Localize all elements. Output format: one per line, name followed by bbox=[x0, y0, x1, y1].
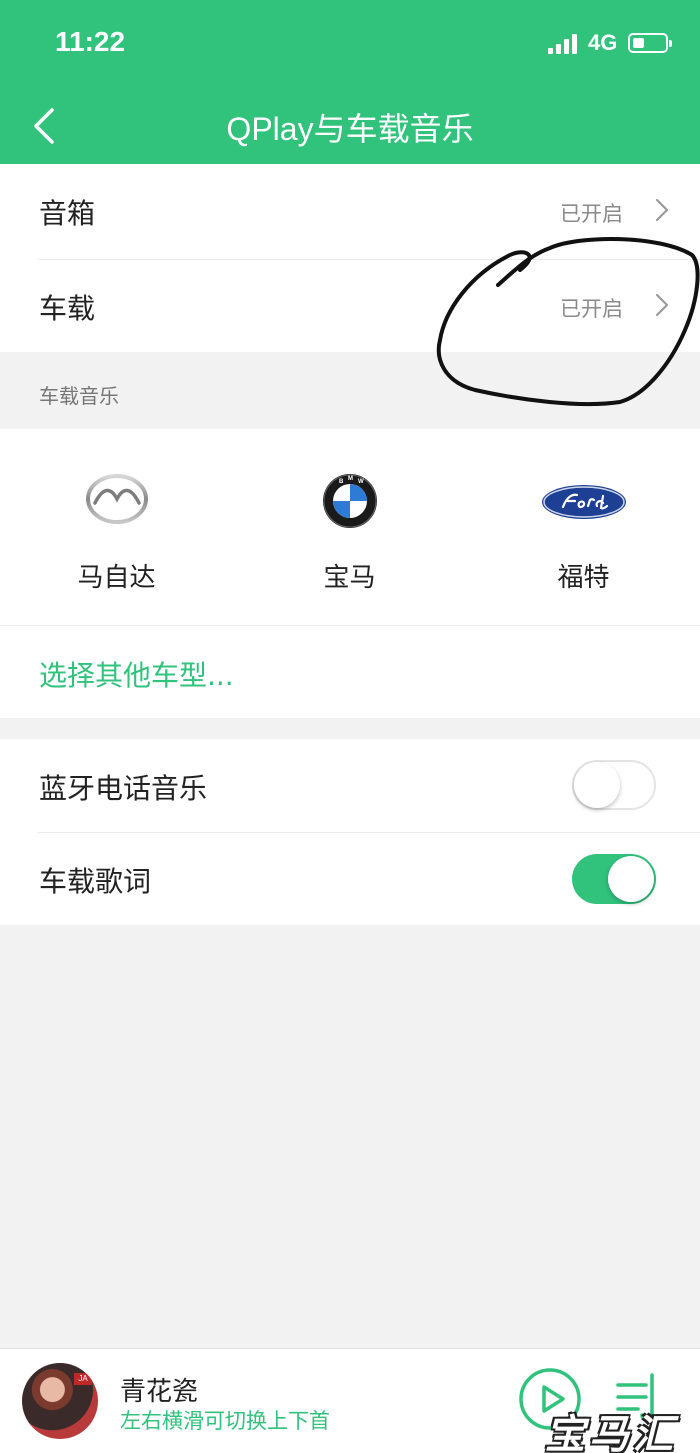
svg-text:W: W bbox=[358, 479, 364, 485]
nav-bar: QPlay与车载音乐 bbox=[0, 90, 700, 164]
speaker-status: 已开启 bbox=[560, 202, 623, 226]
car-row[interactable]: 车载 已开启 bbox=[0, 259, 700, 352]
divider bbox=[0, 625, 700, 626]
bluetooth-music-label: 蓝牙电话音乐 bbox=[39, 772, 208, 805]
bmw-logo-icon: B M W bbox=[322, 474, 377, 528]
brand-name: 宝马 bbox=[323, 563, 376, 593]
page-title: QPlay与车载音乐 bbox=[226, 111, 474, 147]
toggle-knob bbox=[574, 762, 620, 808]
watermark: 宝马汇 bbox=[545, 1412, 677, 1453]
speaker-row[interactable]: 音箱 已开启 bbox=[0, 164, 700, 257]
chevron-right-icon bbox=[655, 293, 669, 317]
battery-icon bbox=[628, 33, 672, 53]
swipe-hint: 左右横滑可切换上下首 bbox=[120, 1409, 330, 1433]
toggles-section: 蓝牙电话音乐 车载歌词 bbox=[0, 739, 700, 925]
brand-ford[interactable]: 福特 bbox=[467, 429, 700, 625]
car-status: 已开启 bbox=[560, 297, 623, 321]
brand-name: 马自达 bbox=[77, 563, 156, 593]
battery-level bbox=[633, 38, 644, 48]
svg-text:M: M bbox=[348, 476, 353, 482]
album-cover-tag: JA bbox=[74, 1373, 92, 1385]
car-lyrics-label: 车载歌词 bbox=[39, 865, 152, 898]
car-lyrics-row: 车载歌词 bbox=[0, 832, 700, 925]
signal-icon bbox=[548, 34, 580, 54]
chevron-right-icon bbox=[655, 198, 669, 222]
speaker-label: 音箱 bbox=[39, 197, 96, 230]
status-time: 11:22 bbox=[55, 26, 126, 57]
choose-other-model-link[interactable]: 选择其他车型... bbox=[39, 654, 234, 694]
car-lyrics-toggle[interactable] bbox=[572, 854, 656, 904]
song-title: 青花瓷 bbox=[120, 1377, 199, 1407]
bluetooth-music-row: 蓝牙电话音乐 bbox=[0, 739, 700, 832]
album-cover[interactable]: JA bbox=[22, 1363, 98, 1439]
network-type: 4G bbox=[588, 30, 618, 55]
brand-bmw[interactable]: B M W 宝马 bbox=[233, 429, 466, 625]
brand-mazda[interactable]: 马自达 bbox=[0, 429, 233, 625]
car-music-header: 车载音乐 bbox=[39, 384, 119, 408]
svg-text:B: B bbox=[339, 479, 344, 485]
brand-name: 福特 bbox=[557, 563, 610, 593]
car-label: 车载 bbox=[39, 292, 96, 325]
device-settings-section: 音箱 已开启 车载 已开启 bbox=[0, 164, 700, 352]
toggle-knob bbox=[608, 856, 654, 902]
bluetooth-music-toggle[interactable] bbox=[572, 760, 656, 810]
mazda-logo-icon bbox=[85, 474, 148, 524]
car-brands-section: 马自达 B M W 宝马 福特 选择其他车型... bbox=[0, 429, 700, 718]
status-bar: 11:22 4G bbox=[0, 0, 700, 90]
ford-logo-icon bbox=[541, 485, 626, 519]
